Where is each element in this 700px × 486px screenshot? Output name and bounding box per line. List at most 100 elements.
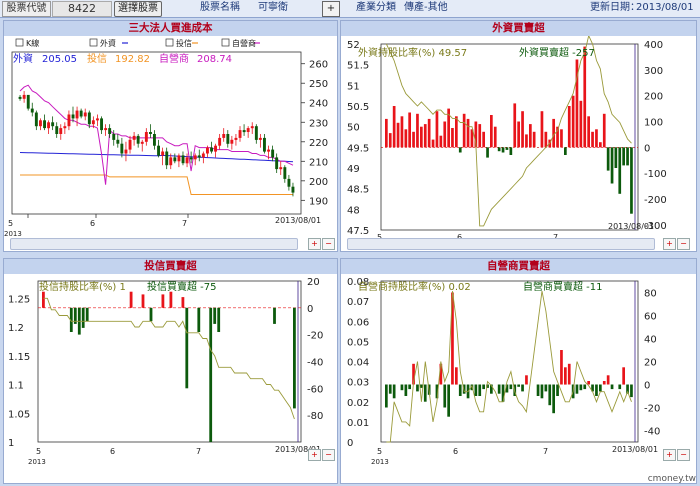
y-tick-label: 0 bbox=[644, 381, 650, 392]
legend-trust: 投信 bbox=[176, 38, 192, 48]
candle-body bbox=[157, 145, 160, 156]
zoom-out-icon[interactable]: − bbox=[322, 238, 335, 250]
x-tick-label: 7 bbox=[543, 447, 548, 456]
stock-code-input[interactable]: 8422 bbox=[52, 1, 112, 17]
industry-label: 產業分類 bbox=[356, 2, 396, 13]
candle-body bbox=[140, 141, 144, 144]
foreign-net-bar bbox=[439, 135, 443, 148]
zoom-in-icon[interactable]: + bbox=[663, 238, 676, 250]
foreign-net-bar bbox=[540, 111, 544, 148]
candle-body bbox=[287, 178, 291, 187]
dealer-net-bar bbox=[525, 375, 528, 385]
foreign-net-bar bbox=[478, 124, 482, 148]
dealer-net-label: 自營商買賣超 -11 bbox=[523, 280, 603, 293]
trust-net-bar bbox=[85, 307, 89, 322]
candle-body bbox=[120, 143, 124, 154]
foreign-net-bar bbox=[591, 131, 594, 148]
zoom-in-icon[interactable]: + bbox=[308, 449, 321, 461]
foreign-net-label: 外資買賣超 -257 bbox=[519, 46, 595, 59]
dealer-net-bar bbox=[552, 384, 555, 414]
foreign-net-bar bbox=[532, 131, 536, 148]
legend-dealer: 自營商 bbox=[232, 38, 256, 48]
candle-body bbox=[283, 167, 287, 179]
dealer-net-bar bbox=[583, 384, 587, 390]
trust-net-bar bbox=[293, 307, 296, 409]
candle-body bbox=[246, 128, 250, 132]
candle-body bbox=[185, 157, 189, 164]
y-tick-label: 1.25 bbox=[8, 294, 30, 305]
foreign-net-bar bbox=[595, 129, 598, 148]
candle-body bbox=[43, 120, 46, 129]
foreign-net-bar bbox=[521, 111, 524, 148]
foreign-net-bar bbox=[486, 147, 489, 158]
dealer-panel-title: 自營商買賣超 bbox=[341, 259, 696, 274]
foreign-net-bar bbox=[630, 147, 633, 214]
y-tick-label: 0.02 bbox=[347, 398, 369, 409]
candle-body bbox=[238, 130, 242, 138]
foreign-panel: 外資買賣超 52 51.5 51 50.5 50 49.5 49 48.5 48 47.5 400 3… bbox=[340, 20, 697, 252]
y-tick-label: -20 bbox=[307, 331, 323, 342]
dealer-net-bar bbox=[408, 384, 411, 390]
candle-body bbox=[218, 137, 222, 146]
candle-body bbox=[22, 94, 26, 99]
trust-net-bar bbox=[197, 307, 201, 332]
trust-net-bar bbox=[129, 291, 133, 308]
dealer-net-bar bbox=[567, 363, 571, 385]
candle-body bbox=[271, 149, 275, 158]
dealer-net-bar bbox=[455, 367, 458, 385]
trust-net-bar bbox=[149, 307, 153, 322]
candle-body bbox=[267, 149, 270, 152]
y-tick-label: 80 bbox=[644, 289, 657, 300]
y-tick-label: 200 bbox=[644, 92, 663, 103]
dealer-net-bar bbox=[521, 384, 524, 392]
cost-chart-scrollbar[interactable] bbox=[10, 238, 298, 250]
candle-body bbox=[193, 155, 197, 160]
dealer-net-bar bbox=[388, 384, 392, 394]
trust-net-bar bbox=[42, 291, 45, 308]
candle-body bbox=[34, 112, 38, 127]
foreign-scrollbar[interactable] bbox=[347, 238, 655, 250]
y-tick-label: 260 bbox=[309, 60, 328, 71]
cost-chart-svg: 190 200 210 220 230 240 250 260 K線 外資 投信 自營商 外資… bbox=[4, 38, 328, 238]
zoom-in-icon[interactable]: + bbox=[308, 238, 321, 250]
update-date-label: 更新日期： bbox=[590, 2, 640, 13]
industry-value: 傳產-其他 bbox=[404, 2, 448, 13]
current-date-label: 2013/08/01 bbox=[608, 222, 654, 231]
candle-body bbox=[112, 134, 116, 140]
dealer-net-bar bbox=[564, 367, 567, 385]
add-button[interactable]: + bbox=[322, 1, 340, 17]
foreign-net-bar bbox=[583, 46, 587, 148]
y-tick-label: 0.07 bbox=[347, 297, 369, 308]
zoom-out-icon[interactable]: − bbox=[677, 238, 690, 250]
candle-body bbox=[132, 135, 136, 140]
top-bar: 股票代號 8422 選擇股票 股票名稱 可寧衛 + 產業分類 傳產-其他 更新日… bbox=[0, 0, 700, 18]
trust-net-bar bbox=[209, 307, 213, 442]
stock-name-label: 股票名稱 bbox=[200, 2, 240, 13]
y-tick-label: 1.2 bbox=[8, 323, 24, 334]
candle-body bbox=[161, 151, 165, 156]
y-tick-label: -20 bbox=[644, 404, 660, 415]
foreign-net-bar bbox=[626, 147, 629, 166]
foreign-net-bar bbox=[602, 113, 606, 148]
dealer-cost-value: 208.74 bbox=[197, 54, 232, 65]
candle-body bbox=[279, 167, 283, 170]
foreign-net-bar bbox=[552, 118, 555, 148]
dealer-net-bar bbox=[548, 384, 552, 406]
foreign-net-bar bbox=[493, 126, 497, 148]
legend-foreign: 外資 bbox=[100, 38, 116, 48]
y-tick-label: 1 bbox=[8, 438, 14, 449]
dealer-net-bar bbox=[478, 384, 482, 396]
y-tick-label: 0.04 bbox=[347, 358, 369, 369]
foreign-net-bar bbox=[490, 115, 493, 148]
zoom-in-icon[interactable]: + bbox=[663, 449, 676, 461]
candle-body bbox=[71, 114, 75, 119]
select-stock-button[interactable]: 選擇股票 bbox=[114, 1, 162, 17]
dealer-net-bar bbox=[579, 384, 583, 391]
dealer-net-bar bbox=[595, 384, 598, 396]
zoom-out-icon[interactable]: − bbox=[677, 449, 690, 461]
candle-body bbox=[75, 110, 79, 119]
trust-net-bar bbox=[273, 307, 276, 324]
zoom-out-icon[interactable]: − bbox=[322, 449, 335, 461]
dealer-net-bar bbox=[610, 384, 614, 390]
foreign-net-bar bbox=[622, 147, 625, 166]
